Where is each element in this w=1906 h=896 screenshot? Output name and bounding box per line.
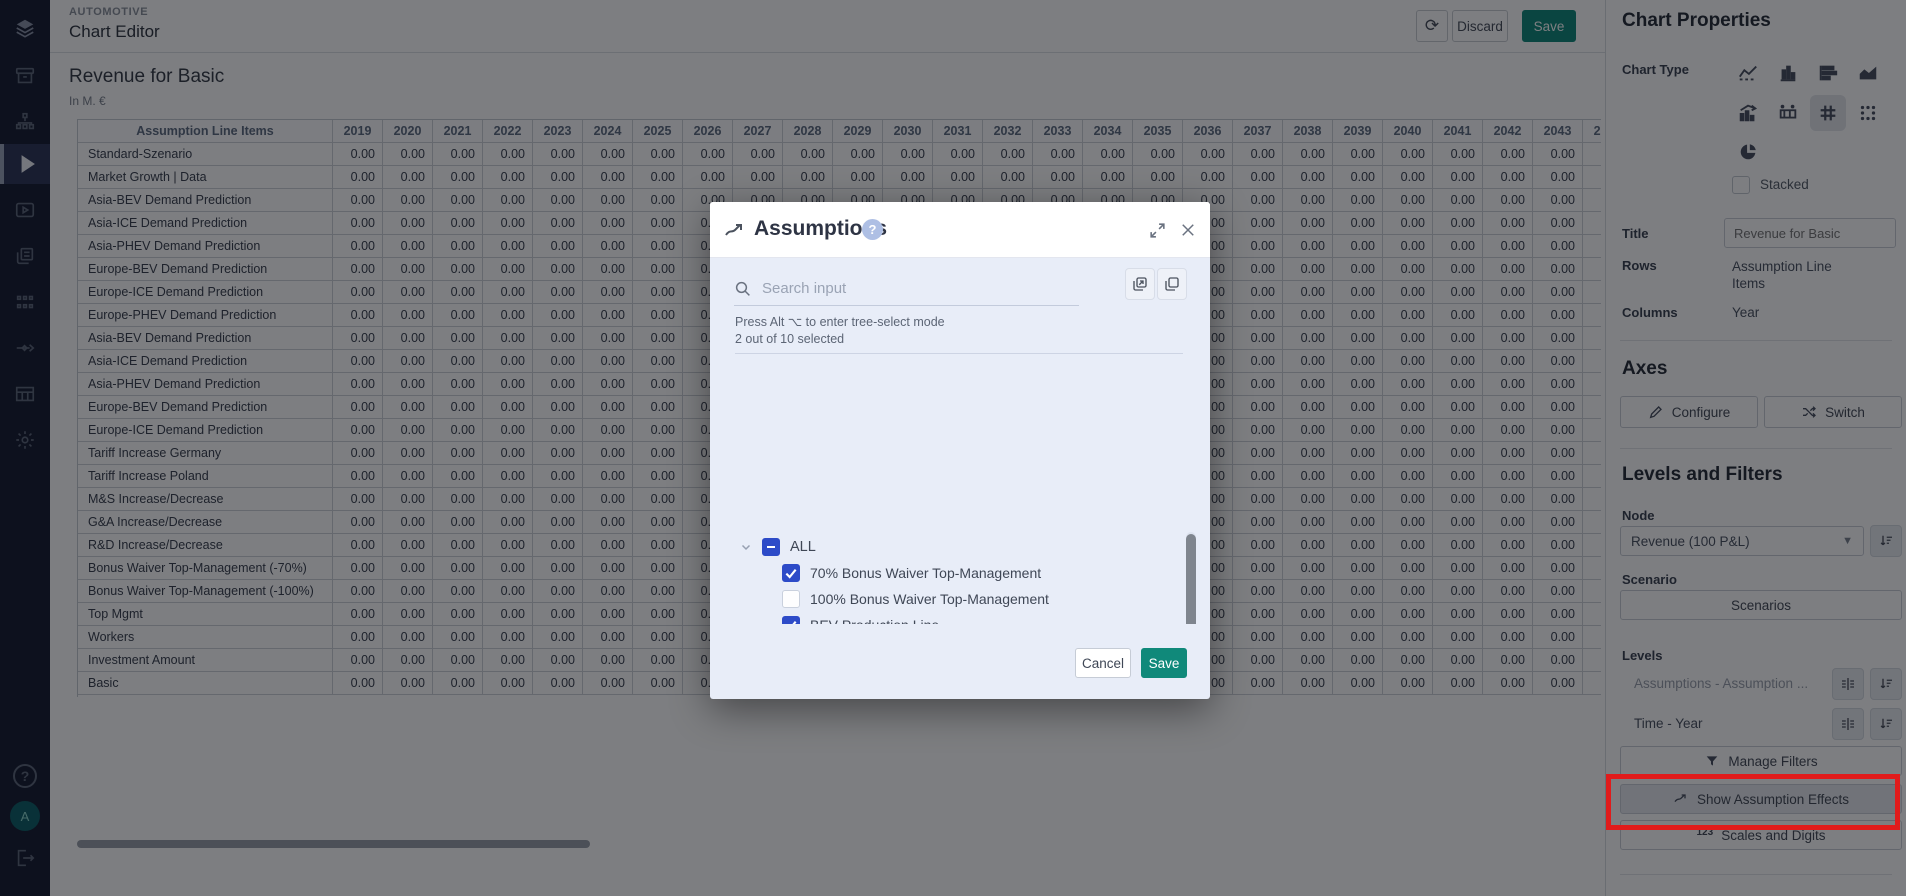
app-root: ? A AUTOMOTIVE Chart Editor ⟳ Discard Sa… [0,0,1906,896]
assumption-item[interactable]: 70% Bonus Waiver Top-Management [710,560,1190,586]
search-icon [734,280,752,298]
selection-status: 2 out of 10 selected [735,332,844,346]
assumption-item[interactable]: 100% Bonus Waiver Top-Management [710,586,1190,612]
modal-save-button[interactable]: Save [1141,648,1187,678]
help-glyph: ? [869,222,877,237]
checkbox-indeterminate[interactable] [762,538,780,556]
close-icon[interactable] [1179,221,1197,239]
modal-scrollbar-thumb[interactable] [1186,534,1196,624]
expand-icon[interactable] [1148,221,1167,240]
checkbox-checked[interactable] [782,564,800,582]
checkbox-checked[interactable] [782,616,800,624]
annotation-highlight-red-box [1606,774,1900,830]
search-field [734,272,1079,306]
chevron-down-icon[interactable] [740,541,752,553]
divider [735,353,1183,354]
pages-icon [1163,275,1181,293]
assumption-item[interactable]: BEV Production Line [710,612,1190,624]
cancel-button[interactable]: Cancel [1075,648,1131,678]
assumption-list: 70% Bonus Waiver Top-Management 100% Bonu… [710,560,1190,624]
tree-root-label: ALL [790,539,816,555]
checkbox-unchecked[interactable] [782,590,800,608]
pages-arrow-icon [1131,275,1149,293]
search-input[interactable] [762,280,1042,297]
tree-select-hint: Press Alt ⌥ to enter tree-select mode [735,314,945,329]
tree-root-row[interactable]: ALL [740,534,816,560]
deselect-all-pages-button[interactable] [1157,268,1187,300]
assumption-item-label: 70% Bonus Waiver Top-Management [810,565,1041,581]
assumption-item-label: BEV Production Line [810,617,939,624]
modal-help-icon[interactable]: ? [862,219,883,240]
assumption-tree: ALL 70% Bonus Waiver Top-Management 100% … [710,362,1210,624]
assumptions-modal: Assumptions ? Press Alt ⌥ to enter tree-… [710,202,1210,699]
assumption-item-label: 100% Bonus Waiver Top-Management [810,591,1049,607]
assumption-effects-arrow-icon [722,219,748,243]
select-all-pages-button[interactable] [1125,268,1155,300]
modal-header: Assumptions ? [710,202,1210,258]
